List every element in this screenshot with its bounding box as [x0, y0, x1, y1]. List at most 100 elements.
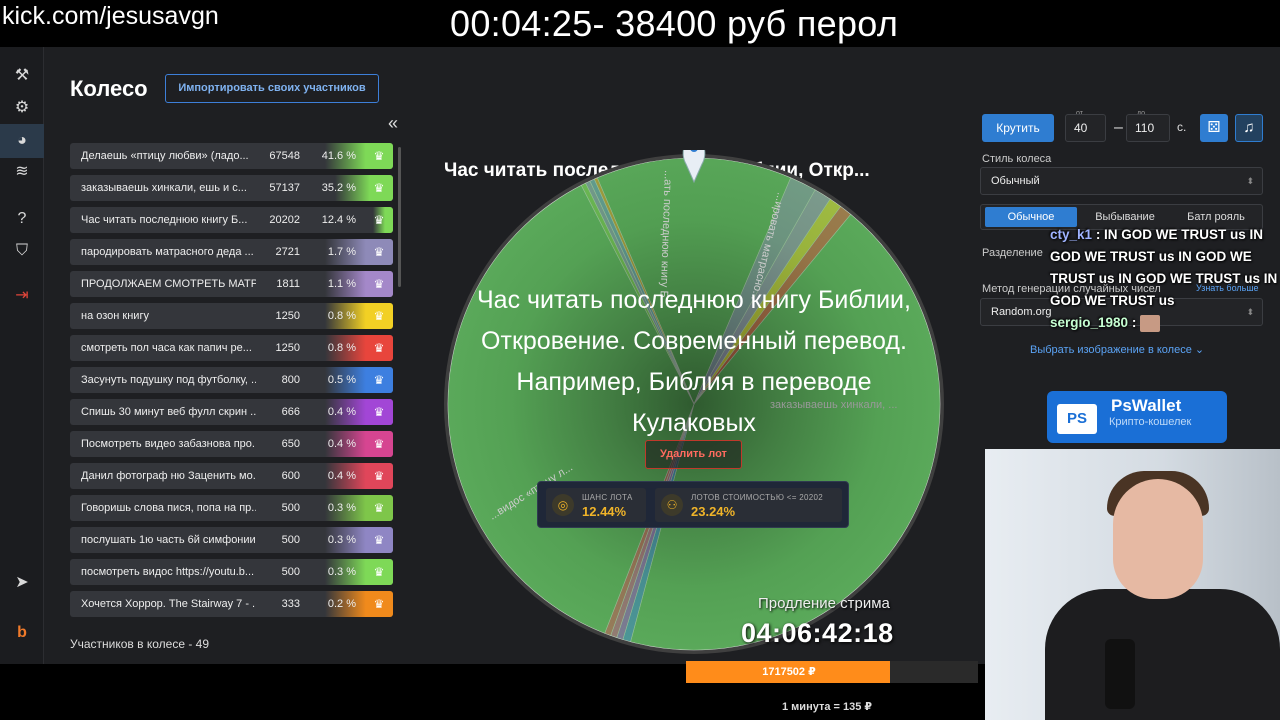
lot-row[interactable]: Хочется Хоррор. The Stairway 7 - ... 333 0… [70, 591, 393, 617]
wheel-chart-icon[interactable]: ◕ [12, 131, 32, 151]
drop-icon[interactable]: ♛ [372, 468, 386, 484]
rng-method-value: Random.org [991, 306, 1052, 318]
lot-row[interactable]: Данил фотограф ню Заценить мо... 600 0.4 %… [70, 463, 393, 489]
streamer-body [1045, 589, 1280, 720]
lot-row[interactable]: Спишь 30 минут веб фулл скрин ... 666 0.4 … [70, 399, 393, 425]
overlay-line: Кулаковых [632, 409, 756, 437]
lot-row[interactable]: Делаешь «птицу любви» (ладо... 67548 41.6 … [70, 143, 393, 169]
lot-amount: 1250 [275, 310, 300, 322]
lot-row[interactable]: на озон книгу 1250 0.8 % ♛ [70, 303, 393, 329]
to-seconds-input[interactable]: 110 [1126, 114, 1170, 142]
lot-name: Хочется Хоррор. The Stairway 7 - ... [81, 598, 256, 610]
streamer-head [1113, 479, 1203, 599]
select-chevron-icon: ⬍ [1246, 176, 1254, 186]
stream-top-bar: kick.com/jesusavgn 00:04:25- 38400 руб п… [0, 0, 1280, 46]
donation-progress: 1717502 ₽ [686, 661, 978, 683]
lot-name: Час читать последнюю книгу Б... [81, 214, 248, 226]
drop-icon[interactable]: ♛ [372, 212, 386, 228]
lot-name: Говоришь слова пися, попа на пр... [81, 502, 256, 514]
seconds-unit: с. [1177, 120, 1187, 134]
help-icon[interactable]: ? [12, 209, 32, 229]
layers-icon[interactable]: ≋ [12, 162, 32, 182]
drop-icon[interactable]: ♛ [372, 308, 386, 324]
lot-row[interactable]: посмотреть видос https://youtu.b... 500 0.… [70, 559, 393, 585]
participants-count: Участников в колесе - 49 [70, 637, 210, 651]
import-participants-button[interactable]: Импортировать своих участников [165, 74, 379, 103]
chat-overlay: cty_k1 : IN GOD WE TRUST us IN GOD WE TR… [1050, 224, 1280, 334]
lots-value: 23.24% [691, 504, 736, 519]
selected-lot-overlay: Час читать последнюю книгу Библии, Откро… [440, 280, 948, 444]
lot-row[interactable]: пародировать матрасного деда ... 2721 1.7 … [70, 239, 393, 265]
lot-percent: 0.2 % [327, 598, 356, 610]
logout-icon[interactable]: ⇥ [12, 286, 32, 306]
telegram-icon[interactable]: ➤ [12, 573, 32, 593]
lot-row[interactable]: ПРОДОЛЖАЕМ СМОТРЕТЬ МАТР... 1811 1.1 % ♛ [70, 271, 393, 297]
lot-amount: 650 [281, 438, 300, 450]
lot-amount: 2721 [275, 246, 300, 258]
lot-amount: 1811 [276, 278, 300, 290]
lot-percent: 0.8 % [327, 310, 356, 322]
brand-b-icon[interactable]: b [12, 623, 32, 643]
drop-icon[interactable]: ♛ [372, 372, 386, 388]
lot-list: Делаешь «птицу любви» (ладо... 67548 41.6 … [70, 143, 393, 627]
lot-amount: 500 [281, 534, 300, 546]
people-icon: ⚇ [661, 494, 683, 516]
lot-name: Посмотреть видео забазнова про... [81, 438, 256, 450]
lot-name: Данил фотограф ню Заценить мо... [81, 470, 256, 482]
lot-list-scrollbar[interactable] [398, 147, 401, 287]
drop-icon[interactable]: ♛ [372, 564, 386, 580]
delete-lot-button[interactable]: Удалить лот [645, 440, 742, 469]
split-label: Разделение [982, 247, 1043, 259]
lot-amount: 500 [281, 566, 300, 578]
wheel-style-select[interactable]: Обычный ⬍ [980, 167, 1263, 195]
lot-row[interactable]: Посмотреть видео забазнова про... 650 0.4 … [70, 431, 393, 457]
pswallet-logo: PS [1057, 404, 1097, 434]
lot-percent: 1.7 % [327, 246, 356, 258]
chat-emote [1140, 314, 1161, 332]
shield-icon[interactable]: ⛉ [12, 241, 32, 261]
choose-wheel-image-link[interactable]: Выбрать изображение в колесе ⌄ [1030, 343, 1204, 356]
lot-row[interactable]: Говоришь слова пися, попа на пр... 500 0.3… [70, 495, 393, 521]
drop-icon[interactable]: ♛ [372, 500, 386, 516]
dice-icon[interactable]: ⚄ [1200, 114, 1228, 142]
chevron-down-icon: ⌄ [1194, 344, 1205, 356]
drop-icon[interactable]: ♛ [372, 276, 386, 292]
lot-name: послушать 1ю часть 6й симфонии... [81, 534, 256, 546]
lot-row[interactable]: заказываешь хинкали, ешь и с... 57137 35.2… [70, 175, 393, 201]
lot-amount: 1250 [275, 342, 300, 354]
participants-panel: Колесо Импортировать своих участников « … [44, 47, 406, 664]
settings-gear-icon[interactable]: ⚙ [12, 98, 32, 118]
lot-name: посмотреть видос https://youtu.b... [81, 566, 255, 578]
auction-hammer-icon[interactable]: ⚒ [12, 66, 32, 86]
from-seconds-input[interactable]: 40 [1065, 114, 1106, 142]
lot-name: ПРОДОЛЖАЕМ СМОТРЕТЬ МАТР... [81, 278, 256, 290]
music-icon[interactable]: ♫ [1235, 114, 1263, 142]
drop-icon[interactable]: ♛ [372, 436, 386, 452]
lot-row[interactable]: Засунуть подушку под футболку, ... 800 0.5… [70, 367, 393, 393]
stream-extension-timer: 04:06:42:18 [741, 618, 894, 648]
range-dash: – [1114, 119, 1123, 136]
drop-icon[interactable]: ♛ [372, 244, 386, 260]
chance-value: 12.44% [582, 504, 627, 519]
lot-percent: 1.1 % [327, 278, 356, 290]
drop-icon[interactable]: ♛ [372, 532, 386, 548]
lot-row[interactable]: Час читать последнюю книгу Б... 20202 12.4… [70, 207, 393, 233]
drop-icon[interactable]: ♛ [372, 148, 386, 164]
drop-icon[interactable]: ♛ [372, 180, 386, 196]
lot-row[interactable]: послушать 1ю часть 6й симфонии... 500 0.3 … [70, 527, 393, 553]
lot-percent: 41.6 % [321, 150, 356, 162]
lot-percent: 0.3 % [327, 502, 356, 514]
chat-message: : [1131, 315, 1137, 330]
target-icon: ◎ [552, 494, 574, 516]
collapse-panel-icon[interactable]: « [388, 113, 398, 134]
spin-button[interactable]: Крутить [982, 114, 1054, 142]
drop-icon[interactable]: ♛ [372, 596, 386, 612]
lot-percent: 0.3 % [327, 534, 356, 546]
chat-username: cty_k1 [1050, 227, 1093, 242]
microphone [1105, 639, 1135, 709]
lot-row[interactable]: смотреть пол часа как папич ре... 1250 0.8… [70, 335, 393, 361]
wheel-style-label: Стиль колеса [982, 153, 1052, 165]
chance-label: ШАНС ЛОТА [582, 493, 633, 502]
drop-icon[interactable]: ♛ [372, 404, 386, 420]
drop-icon[interactable]: ♛ [372, 340, 386, 356]
